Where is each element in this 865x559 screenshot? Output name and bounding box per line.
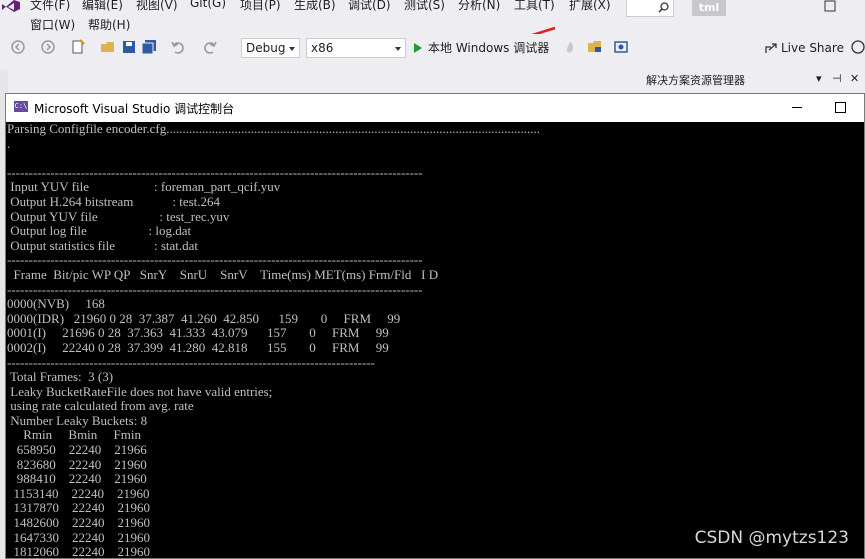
console-line: Total Frames: 3 (3) — [10, 369, 114, 385]
console-line: Output H.264 bitstream : test.264 — [10, 193, 221, 209]
minimize-icon[interactable] — [792, 107, 802, 108]
console-line: 0002(I) 22240 0 28 37.399 41.280 42.818 … — [7, 339, 389, 355]
console-app-icon: C:\ — [14, 101, 28, 112]
console-line: 988410 22240 21960 — [16, 471, 147, 487]
configuration-dropdown[interactable]: Debug — [241, 38, 300, 58]
close-panel-icon[interactable]: ✕ — [850, 72, 859, 85]
menu-window[interactable]: 窗口(W) — [30, 16, 75, 33]
undo-icon[interactable] — [170, 39, 186, 55]
console-line: Frame Bit/pic WP QP SnrY SnrU SnrV Time(… — [13, 266, 439, 282]
solution-explorer-title: 解决方案资源管理器 — [646, 74, 745, 87]
menu-view[interactable]: 视图(V) — [136, 0, 178, 13]
debug-console-window: C:\ Microsoft Visual Studio 调试控制台 Parsin… — [5, 93, 865, 559]
console-line: Input YUV file : foreman_part_qcif.yuv — [10, 179, 281, 195]
console-text: Parsing Configfile encoder.cfg..........… — [7, 122, 863, 558]
feedback-icon[interactable] — [850, 39, 865, 55]
maximize-icon[interactable] — [835, 102, 846, 113]
save-all-icon[interactable] — [141, 39, 157, 55]
menu-extensions[interactable]: 扩展(X) — [569, 0, 611, 13]
console-line: 1647330 22240 21960 — [13, 529, 151, 545]
new-project-icon[interactable] — [70, 39, 86, 55]
folder-view-icon[interactable] — [587, 39, 603, 55]
visual-studio-logo-icon — [2, 0, 20, 12]
console-line: Output log file : log.dat — [10, 223, 192, 239]
console-line: using rate calculated from avg. rate — [10, 398, 194, 414]
start-debugger-label: 本地 Windows 调试器 — [428, 41, 550, 55]
back-icon[interactable] — [10, 39, 26, 55]
configuration-value: Debug — [246, 41, 286, 55]
console-line: 1317870 22240 21960 — [13, 500, 151, 516]
console-line: 0000(IDR) 21960 0 28 37.387 41.260 42.85… — [7, 310, 401, 326]
console-line: Parsing Configfile encoder.cfg..........… — [7, 122, 540, 136]
menu-debug[interactable]: 调试(D) — [348, 0, 391, 13]
watermark: CSDN @mytzs123 — [694, 528, 849, 548]
live-share-button[interactable]: Live Share — [765, 41, 844, 55]
console-line: Number Leaky Buckets: 8 — [10, 412, 148, 428]
chevron-down-icon — [289, 47, 295, 51]
console-line: 1482600 22240 21960 — [13, 515, 151, 531]
console-title-bar[interactable]: C:\ Microsoft Visual Studio 调试控制台 — [6, 94, 864, 122]
console-line: 0000(NVB) 168 — [7, 296, 105, 312]
hot-reload-icon[interactable] — [562, 39, 578, 55]
menu-bar: 文件(F) 编辑(E) 视图(V) Git(G) 项目(P) 生成(B) 调试(… — [0, 0, 865, 34]
platform-dropdown[interactable]: x86 — [306, 38, 406, 58]
menu-edit[interactable]: 编辑(E) — [82, 0, 123, 13]
play-icon — [414, 43, 422, 53]
console-title: Microsoft Visual Studio 调试控制台 — [34, 102, 235, 116]
toolbar: Debug x86 本地 Windows 调试器 Live Share — [0, 34, 865, 62]
redo-icon[interactable] — [202, 39, 218, 55]
search-input[interactable] — [626, 0, 674, 17]
dropdown-arrow-icon[interactable]: ▾ — [816, 72, 822, 85]
share-icon — [765, 43, 777, 53]
maximize-window-icon[interactable] — [824, 0, 836, 12]
console-line: Rmin Bmin Fmin — [23, 427, 141, 443]
pin-icon[interactable]: ⊣ — [832, 72, 842, 85]
console-output[interactable]: Parsing Configfile encoder.cfg..........… — [7, 122, 863, 558]
console-line: ----------------------------------------… — [7, 281, 423, 297]
live-share-label: Live Share — [781, 41, 844, 55]
menu-build[interactable]: 生成(B) — [294, 0, 336, 13]
console-line: Output statistics file : stat.dat — [10, 237, 199, 253]
console-line: 0001(I) 21696 0 28 37.363 41.333 43.079 … — [7, 325, 389, 341]
open-folder-icon[interactable] — [100, 39, 116, 55]
menu-file[interactable]: 文件(F) — [30, 0, 70, 13]
screenshot-icon[interactable] — [613, 39, 629, 55]
console-line: ----------------------------------------… — [7, 252, 423, 268]
chevron-down-icon — [395, 47, 401, 51]
menu-analyze[interactable]: 分析(N) — [458, 0, 500, 13]
menu-project[interactable]: 项目(P) — [240, 0, 281, 13]
console-line: Leaky BucketRateFile does not have valid… — [10, 383, 273, 399]
search-icon — [658, 2, 669, 13]
menu-test[interactable]: 测试(S) — [404, 0, 445, 13]
console-line: 1812060 22240 21960 — [13, 544, 151, 558]
console-line: 1153140 22240 21960 — [13, 485, 150, 501]
platform-value: x86 — [311, 41, 334, 55]
console-line: . — [7, 135, 11, 151]
menu-help[interactable]: 帮助(H) — [88, 16, 130, 33]
save-icon[interactable] — [121, 39, 137, 55]
console-line: 823680 22240 21960 — [16, 456, 147, 472]
console-line: Output YUV file : test_rec.yuv — [10, 208, 230, 224]
console-line: ----------------------------------------… — [7, 354, 375, 370]
menu-git[interactable]: Git(G) — [190, 0, 226, 10]
console-line: 658950 22240 21966 — [16, 442, 147, 458]
forward-icon[interactable] — [40, 39, 56, 55]
solution-explorer-header[interactable]: 解决方案资源管理器 ▾ ⊣ ✕ — [646, 72, 865, 90]
user-badge[interactable]: tml — [692, 0, 726, 16]
menu-tools[interactable]: 工具(T) — [514, 0, 555, 13]
console-line: ----------------------------------------… — [7, 164, 423, 180]
start-debugger-button[interactable]: 本地 Windows 调试器 — [414, 39, 549, 57]
